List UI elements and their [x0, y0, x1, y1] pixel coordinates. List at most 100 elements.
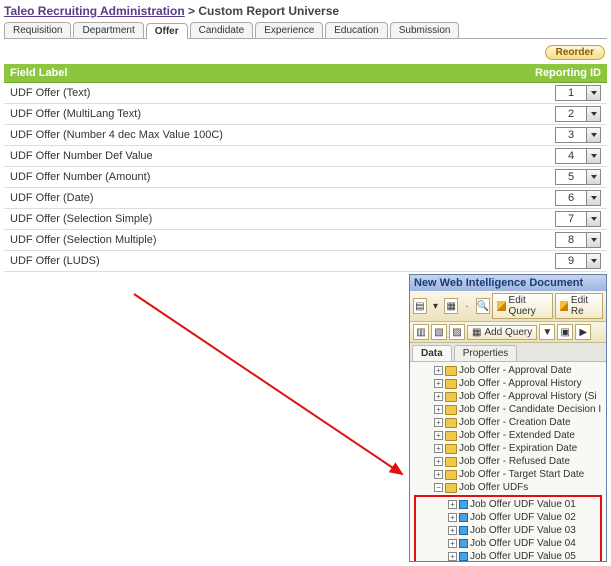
tree-dimension[interactable]: +Job Offer UDF Value 03 [418, 524, 598, 537]
tree-folder[interactable]: +Job Offer - Approval History (Si [414, 390, 602, 403]
column-field-label: Field Label [4, 64, 529, 83]
collapse-icon[interactable]: − [434, 483, 443, 492]
filter-icon[interactable]: ▼ [539, 324, 555, 340]
reporting-id-select[interactable]: 7 [555, 211, 601, 227]
toolbar-icon[interactable]: ▣ [557, 324, 573, 340]
add-query-button[interactable]: ▦Add Query [467, 325, 537, 340]
tab-submission[interactable]: Submission [390, 22, 460, 38]
expand-icon[interactable]: + [434, 392, 443, 401]
expand-icon[interactable]: + [434, 366, 443, 375]
reporting-id-select[interactable]: 2 [555, 106, 601, 122]
new-doc-icon[interactable]: ▤ [413, 298, 427, 314]
tree-node-label: Job Offer UDF Value 01 [470, 498, 576, 511]
reporting-id-cell: 5 [529, 167, 607, 188]
tree-folder[interactable]: +Job Offer - Approval Date [414, 364, 602, 377]
folder-icon [445, 457, 457, 467]
tree-folder[interactable]: +Job Offer - Target Start Date [414, 468, 602, 481]
run-icon[interactable]: ▶ [575, 324, 591, 340]
plus-icon: ▦ [472, 327, 481, 338]
tab-data[interactable]: Data [412, 345, 452, 361]
field-label-cell: UDF Offer (Text) [4, 83, 529, 104]
tree-node-label: Job Offer - Extended Date [459, 429, 575, 442]
expand-icon[interactable]: + [448, 513, 457, 522]
reporting-id-select[interactable]: 9 [555, 253, 601, 269]
field-label-cell: UDF Offer (Selection Simple) [4, 209, 529, 230]
expand-icon[interactable]: + [434, 444, 443, 453]
tree-folder[interactable]: + Job Offer - Candidate Decision I [414, 403, 602, 416]
tab-department[interactable]: Department [73, 22, 143, 38]
tab-education[interactable]: Education [325, 22, 387, 38]
expand-icon[interactable]: + [434, 457, 443, 466]
dimension-icon [459, 500, 468, 509]
reporting-id-select[interactable]: 3 [555, 127, 601, 143]
expand-icon[interactable]: + [434, 470, 443, 479]
tree-folder[interactable]: +Job Offer - Creation Date [414, 416, 602, 429]
chevron-down-icon [586, 191, 600, 205]
reorder-button[interactable]: Reorder [545, 45, 605, 60]
tree-dimension[interactable]: +Job Offer UDF Value 05 [418, 550, 598, 562]
toolbar: Reorder [4, 43, 607, 64]
tab-experience[interactable]: Experience [255, 22, 323, 38]
folder-icon [445, 379, 457, 389]
reporting-id-cell: 8 [529, 230, 607, 251]
udf-highlight-box: +Job Offer UDF Value 01+Job Offer UDF Va… [414, 495, 602, 562]
reporting-id-cell: 4 [529, 146, 607, 167]
webi-panel: New Web Intelligence Document ▤ ▾ ▦ · 🔍 … [409, 274, 607, 562]
table-row: UDF Offer (Selection Multiple)8 [4, 230, 607, 251]
chevron-down-icon [586, 107, 600, 121]
tab-properties[interactable]: Properties [454, 345, 518, 361]
tree-dimension[interactable]: + Job Offer UDF Value 02 [418, 511, 598, 524]
folder-icon [445, 418, 457, 428]
expand-icon[interactable]: + [448, 539, 457, 548]
reporting-id-select[interactable]: 8 [555, 232, 601, 248]
expand-icon[interactable]: + [448, 526, 457, 535]
tab-offer[interactable]: Offer [146, 23, 188, 39]
folder-icon [445, 405, 457, 415]
expand-icon[interactable]: + [434, 405, 443, 414]
expand-icon[interactable]: + [434, 379, 443, 388]
table-row: UDF Offer (Selection Simple) 7 [4, 209, 607, 230]
breadcrumb: Taleo Recruiting Administration > Custom… [4, 4, 607, 18]
table-row: UDF Offer (Text) 1 [4, 83, 607, 104]
chevron-down-icon [586, 254, 600, 268]
chevron-down-icon [586, 128, 600, 142]
save-icon[interactable]: ▦ [444, 298, 458, 314]
tree-folder-udfs[interactable]: −Job Offer UDFs [414, 481, 602, 494]
reporting-id-select[interactable]: 5 [555, 169, 601, 185]
folder-icon [445, 366, 457, 376]
folder-icon [445, 483, 457, 493]
folder-icon [445, 431, 457, 441]
search-icon[interactable]: 🔍 [476, 298, 490, 314]
toolbar-icon[interactable]: ▥ [413, 324, 429, 340]
dimension-icon [459, 513, 468, 522]
tree-node-label: Job Offer - Candidate Decision I [459, 403, 601, 416]
tree-folder[interactable]: +Job Offer - Approval History [414, 377, 602, 390]
dropdown-icon[interactable]: ▾ [429, 298, 443, 314]
reporting-id-select[interactable]: 4 [555, 148, 601, 164]
dimension-icon [459, 539, 468, 548]
breadcrumb-link[interactable]: Taleo Recruiting Administration [4, 4, 185, 18]
tree-node-label: Job Offer UDF Value 02 [470, 511, 576, 524]
table-row: UDF Offer (Number 4 dec Max Value 100C)3 [4, 125, 607, 146]
chevron-down-icon [586, 212, 600, 226]
toolbar-icon[interactable]: ▧ [431, 324, 447, 340]
tab-requisition[interactable]: Requisition [4, 22, 71, 38]
field-label-cell: UDF Offer (LUDS) [4, 251, 529, 272]
expand-icon[interactable]: + [448, 552, 457, 561]
toolbar-icon[interactable]: ▨ [449, 324, 465, 340]
expand-icon[interactable]: + [434, 431, 443, 440]
tree-dimension[interactable]: + Job Offer UDF Value 01 [418, 498, 598, 511]
edit-query-button[interactable]: Edit Query [492, 293, 552, 319]
reporting-id-select[interactable]: 6 [555, 190, 601, 206]
expand-icon[interactable]: + [448, 500, 457, 509]
field-label-cell: UDF Offer Number (Amount) [4, 167, 529, 188]
reporting-id-cell: 1 [529, 83, 607, 104]
tree-folder[interactable]: +Job Offer - Refused Date [414, 455, 602, 468]
tree-dimension[interactable]: +Job Offer UDF Value 04 [418, 537, 598, 550]
tree-folder[interactable]: + Job Offer - Extended Date [414, 429, 602, 442]
expand-icon[interactable]: + [434, 418, 443, 427]
tab-candidate[interactable]: Candidate [190, 22, 254, 38]
edit-report-button[interactable]: Edit Re [555, 293, 603, 319]
reporting-id-select[interactable]: 1 [555, 85, 601, 101]
tree-folder[interactable]: +Job Offer - Expiration Date [414, 442, 602, 455]
